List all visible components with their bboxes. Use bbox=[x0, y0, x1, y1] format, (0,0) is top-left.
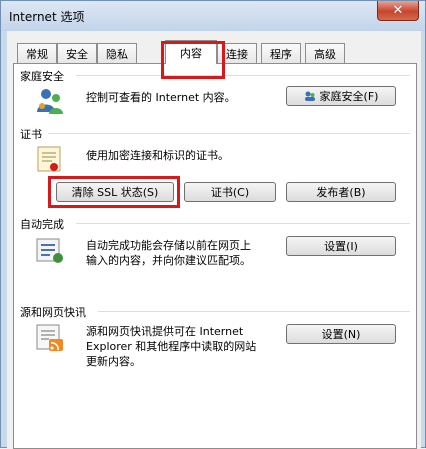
feeds-icon bbox=[36, 324, 63, 351]
certificates-title: 证书 bbox=[20, 128, 42, 141]
close-button[interactable]: ✕ bbox=[377, 1, 419, 21]
tab-security[interactable]: 安全 bbox=[57, 43, 97, 63]
autocomplete-title: 自动完成 bbox=[20, 218, 64, 231]
title-bar[interactable]: Internet 选项 ✕ bbox=[1, 1, 425, 31]
tab-content[interactable]: 内容 bbox=[165, 40, 217, 64]
tab-connections[interactable]: 连接 bbox=[217, 43, 257, 63]
family-safety-button-label: 家庭安全(F) bbox=[319, 90, 379, 103]
feeds-description-line1: 源和网页快讯提供可在 Internet bbox=[86, 325, 244, 338]
autocomplete-description-line2: 输入的内容，并向你建议匹配项。 bbox=[86, 254, 251, 267]
publishers-button[interactable]: 发布者(B) bbox=[286, 182, 396, 202]
certificates-button[interactable]: 证书(C) bbox=[184, 182, 276, 202]
feeds-settings-button[interactable]: 设置(N) bbox=[286, 324, 396, 344]
clear-ssl-state-button[interactable]: 清除 SSL 状态(S) bbox=[56, 182, 174, 202]
autocomplete-description-line1: 自动完成功能会存储以前在网页上 bbox=[86, 239, 251, 252]
family-safety-button-icon bbox=[304, 91, 315, 101]
tab-programs[interactable]: 程序 bbox=[261, 43, 301, 63]
feeds-description: 源和网页快讯提供可在 Internet Explorer 和其他程序中读取的网站… bbox=[86, 324, 256, 369]
autocomplete-separator bbox=[76, 223, 410, 224]
family-safety-button[interactable]: 家庭安全(F) bbox=[286, 86, 396, 106]
feeds-settings-label: 设置(N) bbox=[321, 328, 361, 341]
feeds-title: 源和网页快讯 bbox=[20, 306, 86, 319]
certificate-icon bbox=[37, 146, 61, 172]
family-safety-description: 控制可查看的 Internet 内容。 bbox=[86, 91, 236, 104]
autocomplete-description: 自动完成功能会存储以前在网页上 输入的内容，并向你建议匹配项。 bbox=[86, 238, 251, 268]
publishers-button-label: 发布者(B) bbox=[316, 186, 366, 199]
autocomplete-icon bbox=[36, 238, 63, 263]
clear-ssl-state-label: 清除 SSL 状态(S) bbox=[71, 186, 159, 199]
content-panel: 家庭安全 控制可查看的 Internet 内容。 家庭安全(F) 证书 使用加密… bbox=[13, 63, 417, 449]
autocomplete-settings-label: 设置(I) bbox=[324, 240, 358, 253]
family-safety-title: 家庭安全 bbox=[20, 70, 64, 83]
family-safety-separator bbox=[76, 75, 410, 76]
feeds-description-line3: 更新内容。 bbox=[86, 355, 141, 368]
feeds-separator bbox=[98, 311, 410, 312]
autocomplete-settings-button[interactable]: 设置(I) bbox=[286, 236, 396, 256]
certificates-button-label: 证书(C) bbox=[210, 186, 250, 199]
certificates-separator bbox=[48, 133, 410, 134]
dialog-client: 常规 安全 隐私 内容 连接 程序 高级 家庭安全 控制可查看的 Interne… bbox=[7, 31, 421, 449]
family-safety-icon bbox=[37, 89, 63, 114]
window-title: Internet 选项 bbox=[9, 10, 85, 24]
tab-privacy[interactable]: 隐私 bbox=[97, 43, 137, 63]
feeds-description-line2: Explorer 和其他程序中读取的网站 bbox=[86, 340, 257, 353]
internet-options-window: Internet 选项 ✕ 常规 安全 隐私 内容 连接 程序 高级 家庭安全 bbox=[0, 0, 426, 449]
tab-general[interactable]: 常规 bbox=[17, 43, 57, 63]
tab-advanced[interactable]: 高级 bbox=[305, 43, 345, 63]
close-icon: ✕ bbox=[392, 3, 404, 18]
certificates-description: 使用加密连接和标识的证书。 bbox=[86, 149, 229, 162]
